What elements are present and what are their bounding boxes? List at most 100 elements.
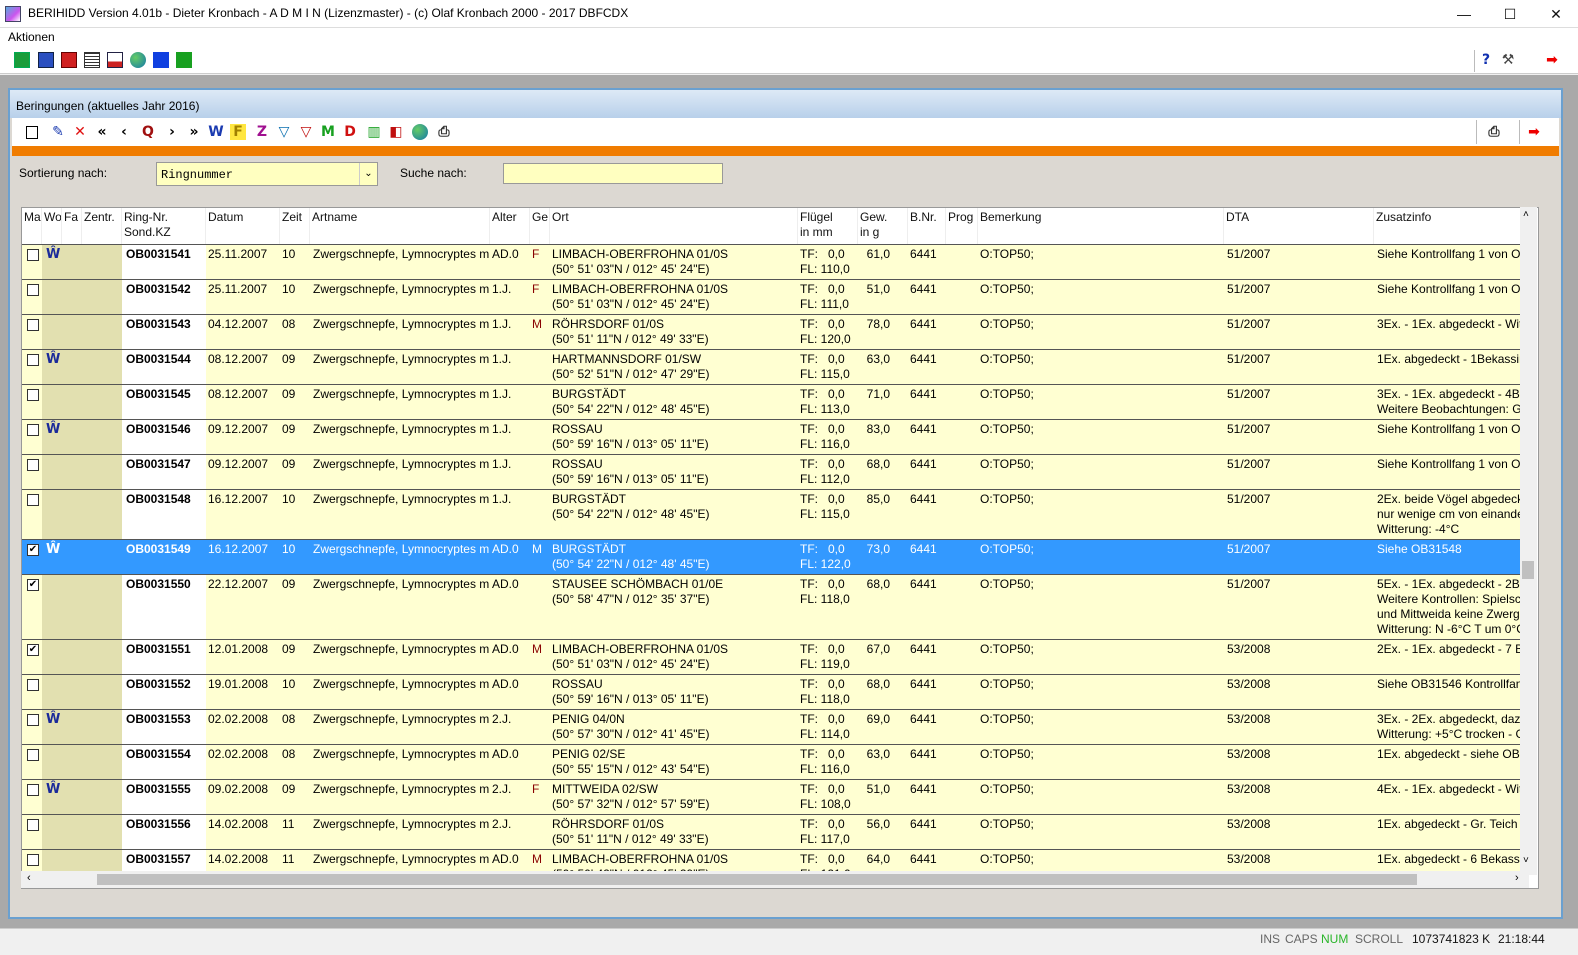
globe-icon[interactable] [130,52,146,68]
scroll-thumb[interactable] [1522,561,1534,579]
mark-checkbox[interactable] [27,459,39,471]
tools-icon[interactable]: ⚒ [1500,52,1516,68]
search-input[interactable] [503,163,723,184]
column-header[interactable]: Bemerkung [978,208,1224,244]
f-filter-icon[interactable]: F [230,124,246,140]
mark-checkbox[interactable] [27,854,39,866]
sort-select[interactable]: Ringnummer ⌄ [156,162,378,186]
table-row[interactable]: OB0031542 25.11.2007 10 Zwergschnepfe, Lymn… [22,279,1525,314]
mark-checkbox[interactable]: ✔ [27,544,39,556]
delete-icon[interactable]: ✕ [72,124,88,140]
list-red-icon[interactable] [61,52,77,68]
prev-record-icon[interactable]: ‹ [116,124,132,140]
globe-icon[interactable] [412,124,428,140]
scroll-left-icon[interactable]: ‹ [27,872,31,884]
chart-icon[interactable] [107,52,123,68]
filter-icon[interactable]: ▽ [276,124,292,140]
first-record-icon[interactable]: « [94,124,110,140]
table-row[interactable]: Ŵ OB0031546 09.12.2007 09 Zwergschnepfe, Lym… [22,419,1525,454]
table-row[interactable]: OB0031543 04.12.2007 08 Zwergschnepfe, Lymn… [22,314,1525,349]
mark-checkbox[interactable]: ✔ [27,579,39,591]
search-icon[interactable]: Q [140,124,156,140]
exit-arrow-icon[interactable]: ➡ [1544,52,1560,68]
print-icon[interactable]: ⎙ [436,124,452,140]
column-header[interactable]: Ma [22,208,42,244]
z-filter-icon[interactable]: Z [254,124,270,140]
table-row[interactable]: OB0031547 09.12.2007 09 Zwergschnepfe, Lymn… [22,454,1525,489]
column-header[interactable]: Flügel in mm [798,208,858,244]
column-header[interactable]: Wo [42,208,62,244]
column-header[interactable]: Ge [530,208,550,244]
mark-checkbox[interactable] [27,389,39,401]
horizontal-scrollbar[interactable]: ‹ › [21,871,1529,888]
mark-checkbox[interactable] [27,319,39,331]
close-button[interactable]: ✕ [1534,0,1578,28]
column-header[interactable]: Zusatzinfo [1374,208,1534,244]
clear-filter-icon[interactable]: ▽ [298,124,314,140]
columns-icon[interactable]: ▥ [366,124,382,140]
maximize-button[interactable]: ☐ [1488,0,1532,28]
column-header[interactable]: DTA [1224,208,1374,244]
next-record-icon[interactable]: › [164,124,180,140]
table-row[interactable]: Ŵ OB0031553 02.02.2008 08 Zwergschnepfe, Lym… [22,709,1525,744]
edit-icon[interactable]: ✎ [50,124,66,140]
table-row[interactable]: ✔ OB0031551 12.01.2008 09 Zwergschnepfe, Lym… [22,639,1525,674]
mark-checkbox[interactable] [27,714,39,726]
column-header[interactable]: Artname [310,208,490,244]
green-plus-icon[interactable] [176,52,192,68]
vertical-scrollbar[interactable]: ˄ ˅ [1520,207,1537,875]
data-grid[interactable]: Ma Wo Fa Zentr. Ring-Nr. Sond.KZ Datum Zeit Art… [21,207,1539,889]
last-record-icon[interactable]: » [186,124,202,140]
mark-checkbox[interactable] [27,354,39,366]
print-icon[interactable]: ⎙ [1486,124,1502,140]
column-header[interactable]: Gew. in g [858,208,908,244]
close-child-arrow-icon[interactable]: ➡ [1526,124,1542,140]
column-header[interactable]: Prog [946,208,978,244]
mark-checkbox[interactable] [27,819,39,831]
table-row[interactable]: ✔ Ŵ OB0031549 16.12.2007 10 Zwergschnepfe, Ly… [22,539,1522,574]
menu-aktionen[interactable]: Aktionen [8,30,55,44]
column-header[interactable]: Ort [550,208,798,244]
table-row[interactable]: Ŵ OB0031541 25.11.2007 10 Zwergschnepfe, Lym… [22,244,1525,279]
table-row[interactable]: OB0031545 08.12.2007 09 Zwergschnepfe, Lymn… [22,384,1525,419]
mark-checkbox[interactable]: ✔ [27,644,39,656]
table-row[interactable]: Ŵ OB0031544 08.12.2007 09 Zwergschnepfe, Lym… [22,349,1525,384]
scroll-up-icon[interactable]: ˄ [1523,209,1529,220]
mark-checkbox[interactable] [27,494,39,506]
column-header[interactable]: Zeit [280,208,310,244]
species-name-cell: Zwergschnepfe, Lymnocryptes m [313,852,489,866]
w-filter-icon[interactable]: W [208,124,224,140]
blue-plus-icon[interactable] [153,52,169,68]
chevron-down-icon[interactable]: ⌄ [359,163,377,185]
mark-checkbox[interactable] [27,784,39,796]
export-icon[interactable]: ◧ [388,124,404,140]
column-header[interactable]: Alter [490,208,530,244]
scroll-down-icon[interactable]: ˅ [1523,855,1529,866]
table-row[interactable]: Ŵ OB0031555 09.02.2008 09 Zwergschnepfe, Lym… [22,779,1525,814]
document-icon[interactable] [84,52,100,68]
mark-checkbox[interactable] [27,249,39,261]
mark-checkbox[interactable] [27,424,39,436]
new-record-icon[interactable] [26,126,38,139]
column-header[interactable]: Datum [206,208,280,244]
m-icon[interactable]: M [320,124,336,140]
column-header[interactable]: B.Nr. [908,208,946,244]
hscroll-thumb[interactable] [97,874,1417,885]
table-row[interactable]: ✔ OB0031550 22.12.2007 09 Zwergschnepfe, Lym… [22,574,1525,639]
table-row[interactable]: OB0031548 16.12.2007 10 Zwergschnepfe, Lymn… [22,489,1525,539]
column-header[interactable]: Zentr. [82,208,122,244]
list-green-icon[interactable] [14,52,30,68]
table-row[interactable]: OB0031554 02.02.2008 08 Zwergschnepfe, Lymn… [22,744,1525,779]
column-header[interactable]: Ring-Nr. Sond.KZ [122,208,206,244]
column-header[interactable]: Fa [62,208,82,244]
table-row[interactable]: OB0031552 19.01.2008 10 Zwergschnepfe, Lymn… [22,674,1525,709]
mark-checkbox[interactable] [27,284,39,296]
mark-checkbox[interactable] [27,679,39,691]
help-icon[interactable]: ? [1478,52,1494,68]
mark-checkbox[interactable] [27,749,39,761]
list-blue-icon[interactable] [38,52,54,68]
minimize-button[interactable]: — [1442,0,1486,28]
scroll-right-icon[interactable]: › [1515,872,1519,884]
table-row[interactable]: OB0031556 14.02.2008 11 Zwergschnepfe, Lymn… [22,814,1525,849]
d-icon[interactable]: D [342,124,358,140]
